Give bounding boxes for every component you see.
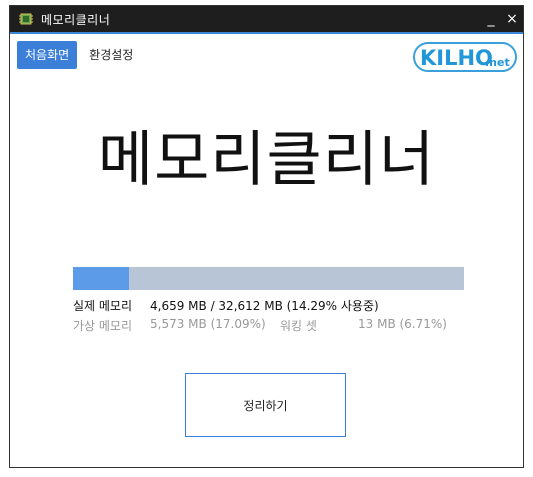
virtual-memory-label: 가상 메모리 bbox=[73, 319, 133, 333]
window-title: 메모리클리너 bbox=[41, 12, 111, 27]
title-accent-line bbox=[10, 32, 523, 34]
logo-suffix: .net bbox=[485, 56, 510, 69]
working-set-label: 워킹 셋 bbox=[280, 319, 317, 333]
app-window: 메모리클리너 _ × 처음화면 환경설정 KILHO .net 메모리클리너 실… bbox=[9, 5, 524, 468]
close-button[interactable]: × bbox=[501, 6, 523, 32]
clean-button[interactable]: 정리하기 bbox=[185, 373, 346, 437]
title-bar[interactable]: 메모리클리너 _ × bbox=[10, 6, 523, 32]
logo-text: KILHO bbox=[420, 46, 493, 70]
working-set-value: 13 MB (6.71%) bbox=[358, 317, 447, 331]
real-memory-value: 4,659 MB / 32,612 MB (14.29% 사용중) bbox=[150, 299, 379, 313]
virtual-memory-value: 5,573 MB (17.09%) bbox=[150, 317, 266, 331]
main-title: 메모리클리너 bbox=[97, 125, 436, 195]
minimize-button[interactable]: _ bbox=[480, 6, 502, 32]
memory-usage-bar-fill bbox=[73, 267, 129, 290]
tab-settings[interactable]: 환경설정 bbox=[81, 41, 141, 69]
nav-bar: 처음화면 환경설정 bbox=[17, 41, 141, 69]
tab-home[interactable]: 처음화면 bbox=[17, 41, 78, 69]
memory-chip-icon bbox=[19, 12, 33, 26]
real-memory-label: 실제 메모리 bbox=[73, 299, 133, 313]
memory-usage-bar bbox=[73, 267, 464, 290]
kilho-logo[interactable]: KILHO .net bbox=[412, 40, 518, 74]
